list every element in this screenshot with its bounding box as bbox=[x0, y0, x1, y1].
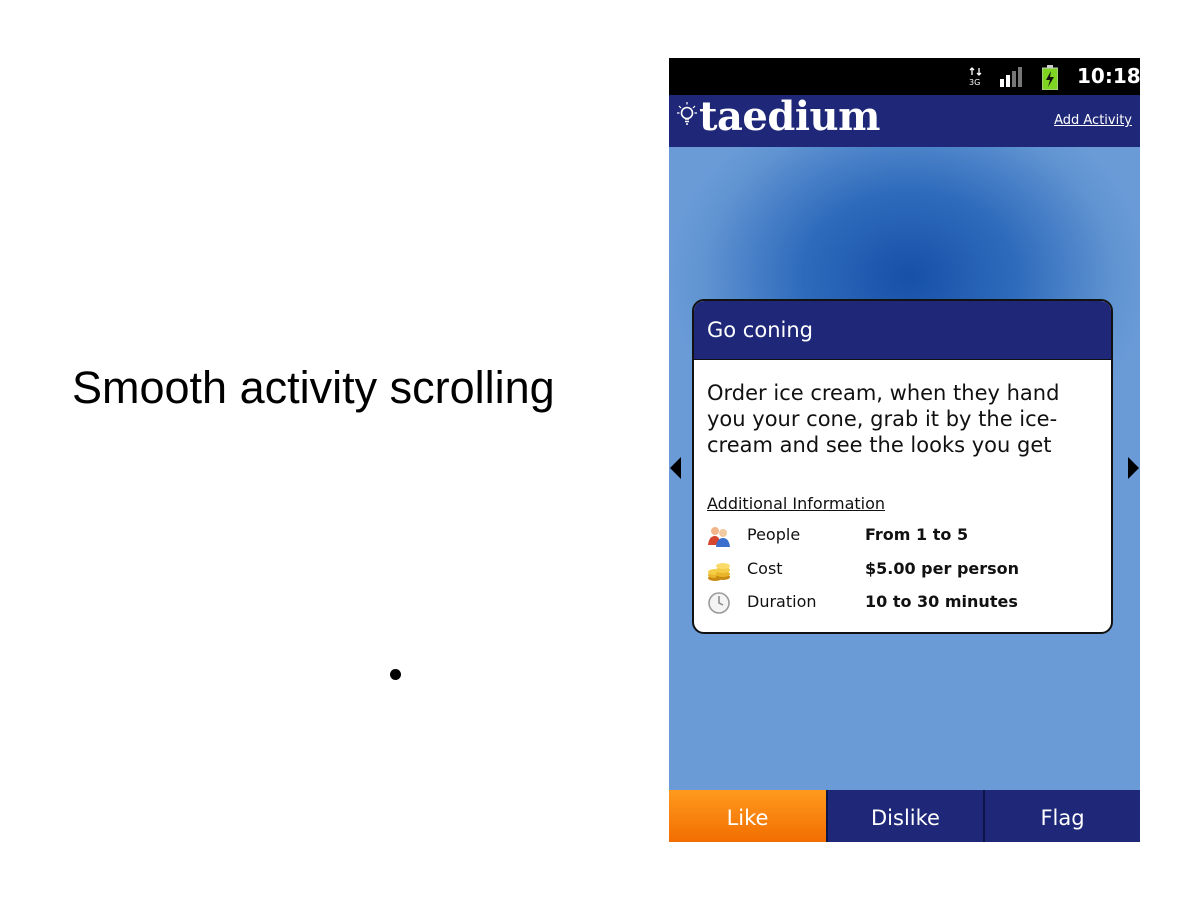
flag-button[interactable]: Flag bbox=[983, 790, 1140, 842]
status-bar: 3G 10:18 bbox=[669, 58, 1140, 95]
activity-title: Go coning bbox=[694, 301, 1111, 360]
info-label: People bbox=[747, 525, 801, 544]
bottom-action-bar: Like Dislike Flag bbox=[669, 790, 1140, 842]
app-logo: taedium bbox=[699, 93, 880, 140]
signal-bars-icon bbox=[1000, 67, 1022, 87]
info-row-people: People From 1 to 5 bbox=[707, 523, 1107, 549]
status-time: 10:18 bbox=[1077, 64, 1140, 88]
info-label: Duration bbox=[747, 592, 817, 611]
coins-icon bbox=[707, 558, 731, 582]
clock-icon bbox=[707, 591, 731, 615]
info-value: From 1 to 5 bbox=[865, 525, 969, 544]
like-button[interactable]: Like bbox=[669, 790, 826, 842]
app-header: taedium Add Activity bbox=[669, 93, 1140, 147]
info-value: 10 to 30 minutes bbox=[865, 592, 1018, 611]
next-arrow-icon[interactable] bbox=[1128, 457, 1139, 479]
info-label: Cost bbox=[747, 559, 783, 578]
people-icon bbox=[707, 524, 731, 548]
info-value: $5.00 per person bbox=[865, 559, 1020, 578]
previous-arrow-icon[interactable] bbox=[670, 457, 681, 479]
lightbulb-icon bbox=[677, 101, 697, 131]
add-activity-link[interactable]: Add Activity bbox=[1054, 113, 1132, 128]
info-row-duration: Duration 10 to 30 minutes bbox=[707, 590, 1107, 616]
bullet-dot bbox=[390, 669, 401, 680]
info-row-cost: Cost $5.00 per person bbox=[707, 557, 1107, 583]
phone-screen: 3G 10:18 taedium Add Activity Go coning … bbox=[669, 58, 1140, 842]
network-label: 3G bbox=[969, 78, 980, 87]
data-3g-icon: 3G bbox=[969, 67, 983, 87]
dislike-button[interactable]: Dislike bbox=[826, 790, 983, 842]
activity-description: Order ice cream, when they hand you your… bbox=[707, 381, 1060, 457]
additional-info-heading: Additional Information bbox=[707, 494, 886, 513]
activity-card: Go coning Order ice cream, when they han… bbox=[692, 299, 1113, 634]
battery-charging-icon bbox=[1041, 65, 1059, 91]
slide-caption: Smooth activity scrolling bbox=[72, 362, 555, 413]
